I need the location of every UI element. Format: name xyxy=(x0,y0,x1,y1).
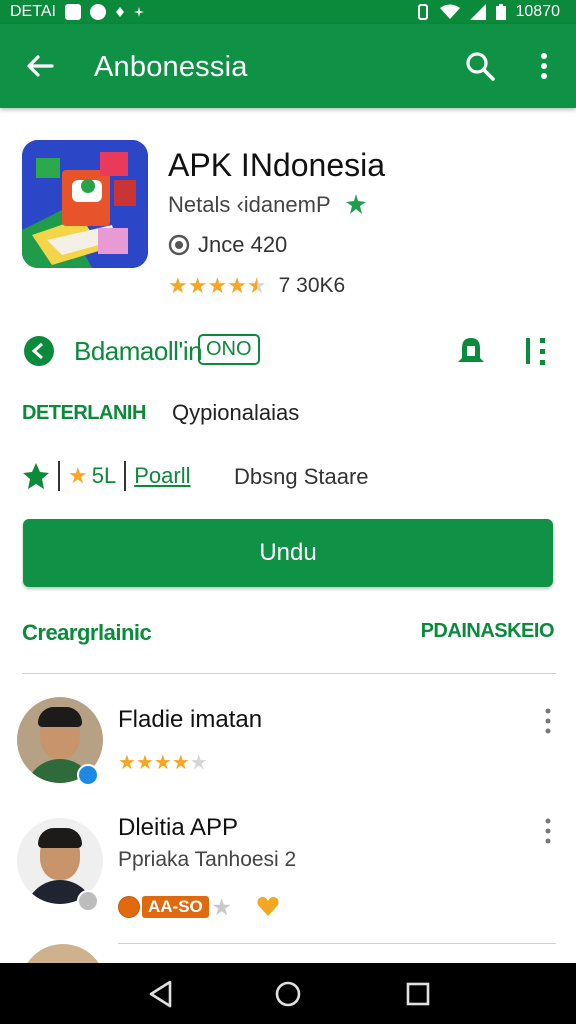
star-icon: ★ xyxy=(207,273,228,298)
review-tag: AA-SO ★ xyxy=(118,896,231,919)
more-vert-icon[interactable] xyxy=(538,706,558,736)
search-icon[interactable] xyxy=(462,48,498,84)
wifi-icon xyxy=(439,4,460,19)
star-icon: ★ xyxy=(187,273,208,298)
developer-link[interactable]: Netals ‹idanemP xyxy=(168,192,331,218)
install-button[interactable]: Undu xyxy=(23,519,553,587)
grid-icon[interactable] xyxy=(524,336,552,366)
verified-icon xyxy=(346,194,366,214)
review-stars: ★ ★ ★ ★ ★ xyxy=(118,752,208,774)
back-circle-icon[interactable] xyxy=(22,334,56,368)
status-bar: DETAI 10870 xyxy=(0,0,576,24)
star-half-icon: ★ xyxy=(246,273,267,298)
meta-link[interactable]: Poarll xyxy=(134,463,190,489)
notification-icon xyxy=(64,4,81,20)
divider xyxy=(22,673,556,674)
star-icon: ★ xyxy=(135,752,154,774)
section-link-left[interactable]: Creargrlainic xyxy=(22,620,152,646)
nav-home-icon[interactable] xyxy=(273,979,303,1009)
notification-icon xyxy=(89,4,106,20)
more-vert-icon[interactable] xyxy=(530,48,558,84)
badge-icon xyxy=(77,890,99,912)
star-icon: ★ xyxy=(189,752,208,774)
nav-back-icon[interactable] xyxy=(146,979,176,1009)
app-name: APK INdonesia xyxy=(168,147,386,183)
meta-row: ★ 5L Poarll xyxy=(22,458,190,494)
sparkle-icon xyxy=(133,7,144,17)
star-icon: ★ xyxy=(168,273,188,298)
battery-icon xyxy=(495,4,506,20)
star-icon: ★ xyxy=(118,752,136,774)
carrier-label: DETAI xyxy=(10,3,56,20)
rating-badge: ★ 5L xyxy=(68,463,117,488)
arrow-back-icon[interactable] xyxy=(22,48,58,84)
signal-icon xyxy=(469,4,486,20)
bell-icon[interactable] xyxy=(456,334,486,366)
award-icon xyxy=(23,463,49,489)
app-icon xyxy=(22,140,148,268)
section-link-right[interactable]: PDAINASKEIO xyxy=(421,620,555,643)
rating-count: 7 30K6 xyxy=(278,274,346,297)
info-label: Bdamaoll'in xyxy=(74,336,203,366)
vibrate-icon xyxy=(417,4,428,20)
version-icon xyxy=(168,234,190,256)
star-icon: ★ xyxy=(68,463,88,488)
battery-level: 10870 xyxy=(515,3,561,20)
version-label: Jnce 420 xyxy=(198,232,288,257)
divider xyxy=(118,943,556,944)
verified-badge-icon xyxy=(77,764,99,786)
star-icon: ★ xyxy=(212,896,231,919)
reviewer-subtitle: Ppriaka Tanhoesi 2 xyxy=(118,848,297,871)
details-key: DETERLANIH xyxy=(22,402,146,424)
location-icon xyxy=(115,7,124,17)
meta-text: Dbsng Staare xyxy=(234,464,369,489)
reviewer-name: Fladie imatan xyxy=(118,706,263,733)
details-value: Qypionalaias xyxy=(172,400,300,425)
app-bar: Anbonessia xyxy=(0,24,576,108)
info-chip[interactable]: ONO xyxy=(198,334,260,365)
star-icon: ★ xyxy=(153,752,172,774)
more-vert-icon[interactable] xyxy=(538,816,558,846)
nav-recents-icon[interactable] xyxy=(403,979,433,1009)
tag-icon xyxy=(118,896,140,918)
rating-row: ★ ★ ★ ★ ★ 7 30K6 xyxy=(168,274,345,298)
heart-icon[interactable] xyxy=(256,895,280,917)
reviewer-name: Dleitia APP xyxy=(118,814,239,841)
star-icon: ★ xyxy=(227,273,247,298)
page-title: Anbonessia xyxy=(94,51,248,83)
star-icon: ★ xyxy=(171,752,190,774)
system-nav-bar xyxy=(0,963,576,1024)
